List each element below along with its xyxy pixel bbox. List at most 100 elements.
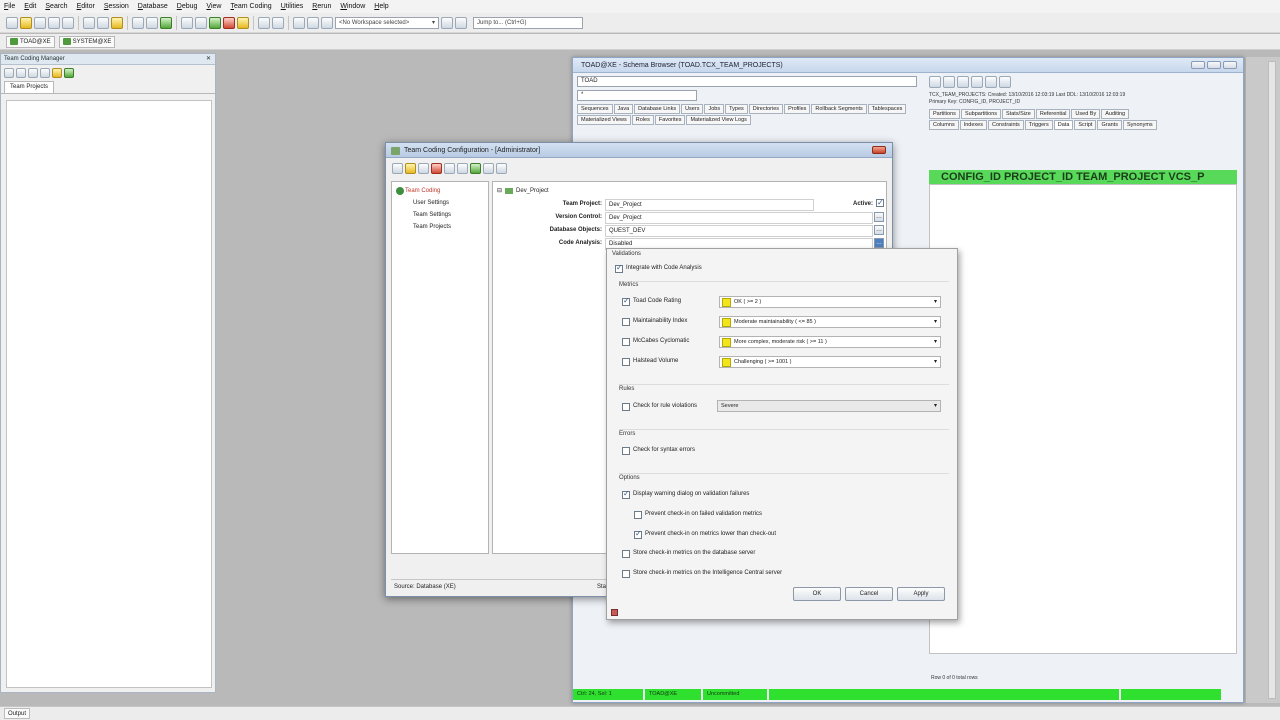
menu-search[interactable]: Search: [45, 3, 67, 10]
store-db-option[interactable]: Store check-in metrics on the database s…: [622, 549, 755, 558]
metric-threshold-select[interactable]: More complex, moderate risk ( >= 11 ) ▾: [719, 336, 941, 348]
tab-synonyms[interactable]: Synonyms: [1122, 120, 1157, 130]
prevent-failed-option[interactable]: Prevent check-in on failed validation me…: [634, 510, 762, 519]
back-icon[interactable]: [929, 76, 941, 88]
save-icon[interactable]: [34, 16, 46, 29]
window-icon[interactable]: [146, 16, 158, 29]
refresh-icon[interactable]: [28, 68, 38, 78]
tab-indexes[interactable]: Indexes: [959, 120, 987, 130]
prevent-lower-checkbox[interactable]: [634, 529, 642, 539]
export-icon[interactable]: [483, 163, 494, 174]
tree-item-team-settings[interactable]: Team Settings: [396, 209, 484, 221]
delete-icon[interactable]: [431, 163, 442, 174]
metric-checkbox[interactable]: [622, 317, 630, 326]
errors-option[interactable]: Check for syntax errors: [622, 446, 695, 455]
errors-checkbox[interactable]: [622, 446, 630, 455]
close-project-icon[interactable]: [457, 163, 468, 174]
check-icon[interactable]: [64, 68, 74, 78]
schema-browser-icon[interactable]: [62, 16, 74, 29]
tab-stats-size[interactable]: Stats/Size: [1002, 109, 1035, 119]
jump-to-input[interactable]: Jump to... (Ctrl+G): [473, 16, 583, 29]
tab-directories[interactable]: Directories: [748, 104, 784, 114]
version-control-value[interactable]: Dev_Project: [605, 212, 873, 224]
grid-icon[interactable]: [83, 16, 95, 29]
tab-jobs[interactable]: Jobs: [704, 104, 725, 114]
menu-utilities[interactable]: Utilities: [281, 3, 304, 10]
open-file-icon[interactable]: [20, 16, 32, 29]
metric-threshold-select[interactable]: Challenging ( >= 1001 ) ▾: [719, 356, 941, 368]
refresh-icon[interactable]: [985, 76, 997, 88]
connection-tab-system[interactable]: SYSTEM@XE: [58, 35, 116, 48]
prevent-lower-option[interactable]: Prevent check-in on metrics lower than c…: [634, 529, 776, 539]
metric-checkbox[interactable]: [622, 357, 630, 366]
edit-project-icon[interactable]: [16, 68, 26, 78]
vertical-scrollbar[interactable]: [1268, 61, 1276, 699]
team-project-value[interactable]: Dev_Project: [605, 199, 814, 211]
compile-icon[interactable]: [209, 16, 221, 29]
menu-help[interactable]: Help: [374, 3, 388, 10]
sql-icon[interactable]: [111, 16, 123, 29]
menu-debug[interactable]: Debug: [177, 3, 198, 10]
integrate-checkbox[interactable]: [615, 263, 623, 273]
metric-checkbox[interactable]: [622, 296, 630, 306]
close-icon[interactable]: [1223, 61, 1237, 69]
tab-profiles[interactable]: Profiles: [784, 104, 811, 114]
connection-tab-toad[interactable]: TOAD@XE: [6, 35, 55, 48]
tab-triggers[interactable]: Triggers: [1024, 120, 1053, 130]
menu-file[interactable]: File: [4, 3, 15, 10]
cancel-button[interactable]: Cancel: [845, 587, 893, 601]
lightbulb-icon[interactable]: [405, 163, 416, 174]
tab-grants[interactable]: Grants: [1097, 120, 1122, 130]
options-icon[interactable]: [999, 76, 1011, 88]
tab-script[interactable]: Script: [1074, 120, 1097, 130]
query-icon[interactable]: [272, 16, 284, 29]
schema-combo[interactable]: TOAD: [577, 76, 917, 87]
settings-icon[interactable]: [52, 68, 62, 78]
tab-used-by[interactable]: Used By: [1071, 109, 1101, 119]
search-icon[interactable]: [957, 76, 969, 88]
workspace-menu-icon[interactable]: [307, 16, 319, 29]
execute-icon[interactable]: [160, 16, 172, 29]
tab-types[interactable]: Types: [725, 104, 748, 114]
metric-halstead-volume[interactable]: Halstead Volume: [622, 357, 678, 366]
menu-edit[interactable]: Edit: [24, 3, 36, 10]
tree-item-user-settings[interactable]: User Settings: [396, 197, 484, 209]
tree-item-team-coding[interactable]: Team Coding: [396, 185, 484, 197]
workspace-combo[interactable]: <No Workspace selected> ▾: [335, 16, 439, 29]
tab-materialized-views[interactable]: Materialized Views: [577, 115, 631, 125]
metric-threshold-select[interactable]: Moderate maintainability ( <= 85 ) ▾: [719, 316, 941, 328]
users-icon[interactable]: [470, 163, 481, 174]
new-connection-icon[interactable]: [6, 16, 18, 29]
stop-icon[interactable]: [223, 16, 235, 29]
apply-button[interactable]: Apply: [897, 587, 945, 601]
tab-database-links[interactable]: Database Links: [634, 104, 681, 114]
tab-favorites[interactable]: Favorites: [654, 115, 686, 125]
menu-session[interactable]: Session: [104, 3, 129, 10]
add-project-icon[interactable]: [4, 68, 14, 78]
filter-input[interactable]: *: [577, 90, 697, 101]
metric-toad-code-rating[interactable]: Toad Code Rating: [622, 296, 681, 306]
new-icon[interactable]: [392, 163, 403, 174]
table-icon[interactable]: [97, 16, 109, 29]
integrate-option[interactable]: Integrate with Code Analysis: [615, 263, 702, 273]
tab-constraints[interactable]: Constraints: [987, 120, 1024, 130]
tab-partitions[interactable]: Partitions: [929, 109, 960, 119]
tab-tablespaces[interactable]: Tablespaces: [867, 104, 907, 114]
store-db-checkbox[interactable]: [622, 549, 630, 558]
close-icon[interactable]: [872, 146, 886, 154]
menu-editor[interactable]: Editor: [77, 3, 95, 10]
forward-icon[interactable]: [943, 76, 955, 88]
ellipsis-icon[interactable]: …: [874, 225, 884, 235]
display-warning-checkbox[interactable]: [622, 489, 630, 499]
metric-mccabes-cyclomatic[interactable]: McCabes Cyclomatic: [622, 337, 689, 346]
project-node[interactable]: ⊟ Dev_Project: [497, 187, 549, 194]
display-warning-option[interactable]: Display warning dialog on validation fai…: [622, 489, 749, 499]
export-icon[interactable]: [258, 16, 270, 29]
workspace-add-icon[interactable]: [441, 16, 453, 29]
rules-option[interactable]: Check for rule violations: [622, 402, 697, 411]
editor-icon[interactable]: [48, 16, 60, 29]
menu-database[interactable]: Database: [138, 3, 168, 10]
tab-roles[interactable]: Roles: [631, 115, 654, 125]
minimize-icon[interactable]: [1191, 61, 1205, 69]
tab-rollback-segments[interactable]: Rollback Segments: [811, 104, 867, 114]
